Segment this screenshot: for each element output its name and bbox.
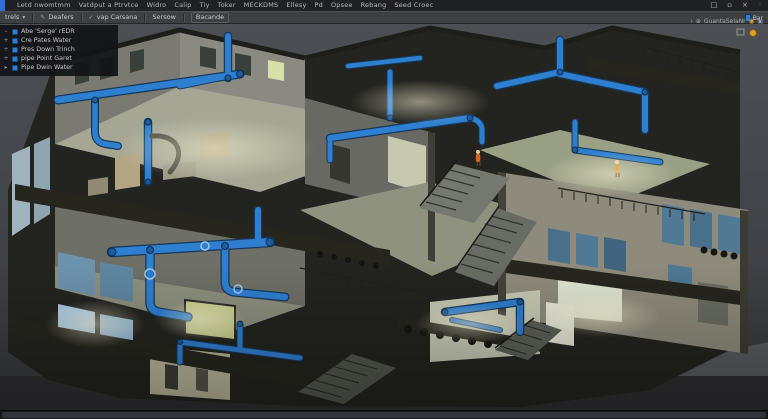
- app-icon[interactable]: [0, 0, 5, 11]
- scrollbar-thumb[interactable]: [2, 412, 766, 418]
- tree-item-label: Pipe Dwin Water: [21, 63, 73, 72]
- tree-item-label: Cre Pates Water: [21, 36, 71, 45]
- help-button[interactable]: ◦: [758, 0, 762, 11]
- toolbar-separator: [144, 14, 145, 22]
- sersow-button[interactable]: Sersow: [152, 12, 175, 23]
- navigation-compass-icon[interactable]: [750, 30, 757, 37]
- water-system-icon: [12, 65, 18, 71]
- tree-item-label: Pres Down Trinch: [21, 45, 75, 54]
- tree-item-1[interactable]: + Cre Pates Water: [0, 36, 118, 45]
- trels-label: trels: [5, 12, 19, 23]
- maximize-button[interactable]: □: [711, 0, 718, 11]
- menu-item-1[interactable]: Vatdput a Ptrvtce: [79, 0, 139, 11]
- menu-item-8[interactable]: Pd: [315, 0, 323, 11]
- menu-item-4[interactable]: Tiy: [200, 0, 210, 11]
- expander-icon[interactable]: +: [3, 36, 9, 45]
- tree-item-4[interactable]: ▸ Pipe Dwin Water: [0, 63, 118, 72]
- toolbar-separator: [183, 14, 184, 22]
- tree-item-2[interactable]: + Pres Down Trinch: [0, 45, 118, 54]
- toolbar: trels ▾ ✎ Deafers ✓ vap Carsana Sersow B…: [0, 11, 768, 24]
- viewcube-icon[interactable]: ▣: [757, 18, 763, 25]
- menu-item-6[interactable]: MECKDMS: [244, 0, 279, 11]
- tree-item-label: Abe 'Serge' rEDR: [21, 27, 75, 36]
- pipe-system-icon: [12, 38, 18, 44]
- close-button[interactable]: ×: [742, 0, 748, 11]
- expander-icon[interactable]: –: [3, 27, 9, 36]
- expander-icon[interactable]: +: [3, 54, 9, 63]
- tree-item-label: pipe Point Garet: [21, 54, 72, 63]
- bacande-label: Bacande: [196, 13, 224, 22]
- menu-item-10[interactable]: Rebang: [361, 0, 387, 11]
- chevron-down-icon: ▾: [22, 12, 25, 23]
- toolbar-separator: [81, 14, 82, 22]
- tree-item-0[interactable]: – Abe 'Serge' rEDR: [0, 27, 118, 36]
- menu-item-3[interactable]: Calip: [174, 0, 191, 11]
- menu-item-5[interactable]: Toker: [218, 0, 236, 11]
- wand-icon: ✎: [40, 12, 45, 23]
- bacande-button[interactable]: Bacande: [191, 12, 229, 23]
- trels-dropdown[interactable]: trels ▾: [5, 12, 25, 23]
- menu-item-11[interactable]: Seed Croec: [394, 0, 433, 11]
- viewport-3d-scene[interactable]: [0, 24, 768, 411]
- expander-icon[interactable]: ▸: [3, 63, 9, 72]
- minimize-button[interactable]: ▫: [727, 0, 732, 11]
- menu-item-9[interactable]: Opsee: [331, 0, 353, 11]
- window-controls: □ ▫ × ◦: [711, 0, 764, 11]
- compass-icon[interactable]: ◉: [749, 17, 755, 25]
- horizontal-scrollbar[interactable]: [0, 410, 768, 419]
- check-icon: ✓: [89, 12, 94, 23]
- scene-vignette: [0, 24, 768, 411]
- deafers-label: Deafers: [48, 12, 73, 23]
- menu-bar: Letd nwomtmm Vatdput a Ptrvtce Widro Cal…: [0, 0, 768, 11]
- viewport-3d[interactable]: [0, 24, 768, 411]
- sersow-label: Sersow: [152, 12, 175, 23]
- pipe-point-icon: [12, 56, 18, 62]
- breadcrumb-label: GuantaSelaNr: [704, 18, 746, 25]
- systems-tree-panel: – Abe 'Serge' rEDR + Cre Pates Water + P…: [0, 25, 118, 76]
- selection-breadcrumb[interactable]: › ⊕ GuantaSelaNr ◉ ▣: [690, 17, 763, 25]
- menu-item-2[interactable]: Widro: [147, 0, 167, 11]
- menu-item-0[interactable]: Letd nwomtmm: [17, 0, 71, 11]
- drain-system-icon: [12, 47, 18, 53]
- vap-carsana-button[interactable]: ✓ vap Carsana: [89, 12, 138, 23]
- tree-item-3[interactable]: + pipe Point Garet: [0, 54, 118, 63]
- application-window: Letd nwomtmm Vatdput a Ptrvtce Widro Cal…: [0, 0, 768, 419]
- deafers-button[interactable]: ✎ Deafers: [40, 12, 73, 23]
- expander-icon[interactable]: +: [3, 45, 9, 54]
- search-icon: ⊕: [696, 18, 701, 25]
- vap-carsana-label: vap Carsana: [97, 12, 138, 23]
- duct-system-icon: [12, 29, 18, 35]
- toolbar-separator: [32, 14, 33, 22]
- chevron-right-icon: ›: [690, 18, 692, 25]
- menu-item-7[interactable]: Ellesy: [286, 0, 306, 11]
